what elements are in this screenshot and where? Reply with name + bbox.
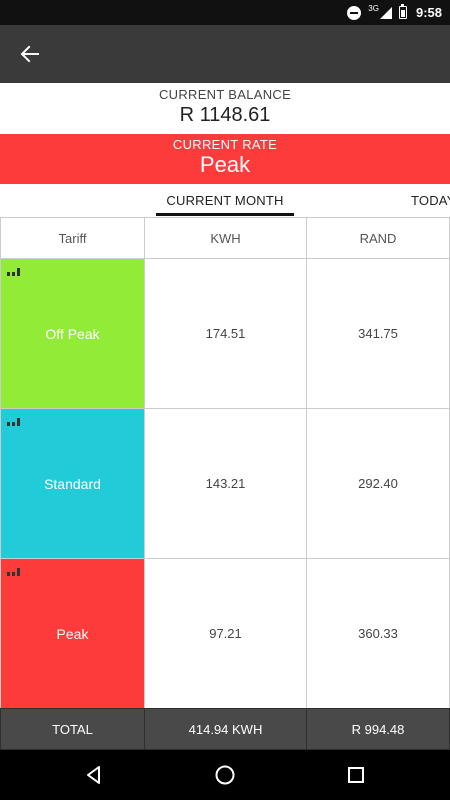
- nav-back-button[interactable]: [81, 762, 107, 788]
- rate-section: CURRENT RATE Peak: [0, 134, 450, 184]
- network-type: 3G: [368, 4, 379, 13]
- tariff-cell-off-peak[interactable]: Off Peak: [0, 258, 145, 409]
- rand-cell: 292.40: [306, 408, 450, 559]
- balance-label: CURRENT BALANCE: [158, 87, 292, 102]
- app-bar: [0, 25, 450, 83]
- bar-chart-icon[interactable]: [7, 417, 21, 426]
- square-recents-icon: [348, 767, 364, 783]
- nav-home-button[interactable]: [212, 762, 238, 788]
- total-rand: R 994.48: [306, 708, 450, 750]
- total-kwh: 414.94 KWH: [144, 708, 307, 750]
- triangle-back-icon: [87, 766, 100, 784]
- table-row: Off Peak 174.51 341.75: [0, 258, 450, 409]
- bar-chart-icon[interactable]: [7, 267, 21, 276]
- tariff-table: Tariff KWH RAND Off Peak 174.51 341.75 S…: [0, 217, 450, 750]
- status-time: 9:58: [415, 5, 442, 20]
- status-bar: 3G 9:58: [0, 0, 450, 25]
- battery-icon: [398, 4, 407, 19]
- total-label: TOTAL: [0, 708, 145, 750]
- kwh-cell: 143.21: [144, 408, 307, 559]
- tariff-label: Peak: [56, 625, 89, 642]
- tab-today[interactable]: TODAY: [400, 184, 450, 216]
- back-button[interactable]: [14, 38, 46, 70]
- tariff-label: Off Peak: [45, 325, 100, 342]
- nav-recents-button[interactable]: [343, 762, 369, 788]
- header-tariff: Tariff: [0, 217, 145, 259]
- header-kwh: KWH: [144, 217, 307, 259]
- rand-cell: 341.75: [306, 258, 450, 409]
- tab-bar: CURRENT MONTH TODAY: [0, 184, 450, 216]
- table-total-row: TOTAL 414.94 KWH R 994.48: [0, 708, 450, 750]
- rate-label: CURRENT RATE: [172, 137, 278, 152]
- kwh-cell: 174.51: [144, 258, 307, 409]
- bar-chart-icon[interactable]: [7, 567, 21, 576]
- arrow-left-icon: [20, 45, 39, 63]
- do-not-disturb-icon: [347, 5, 362, 20]
- kwh-cell: 97.21: [144, 558, 307, 709]
- rate-value: Peak: [199, 152, 251, 177]
- tariff-cell-peak[interactable]: Peak: [0, 558, 145, 709]
- circle-home-icon: [215, 765, 235, 785]
- tab-current-month[interactable]: CURRENT MONTH: [156, 184, 294, 216]
- table-row: Peak 97.21 360.33: [0, 558, 450, 709]
- system-nav-bar: [0, 750, 450, 800]
- tariff-cell-standard[interactable]: Standard: [0, 408, 145, 559]
- header-rand: RAND: [306, 217, 450, 259]
- balance-section: CURRENT BALANCE R 1148.61: [0, 83, 450, 134]
- tariff-label: Standard: [44, 475, 101, 492]
- table-header-row: Tariff KWH RAND: [0, 217, 450, 259]
- balance-value: R 1148.61: [179, 104, 271, 126]
- signal-icon: [379, 6, 392, 19]
- table-row: Standard 143.21 292.40: [0, 408, 450, 559]
- rand-cell: 360.33: [306, 558, 450, 709]
